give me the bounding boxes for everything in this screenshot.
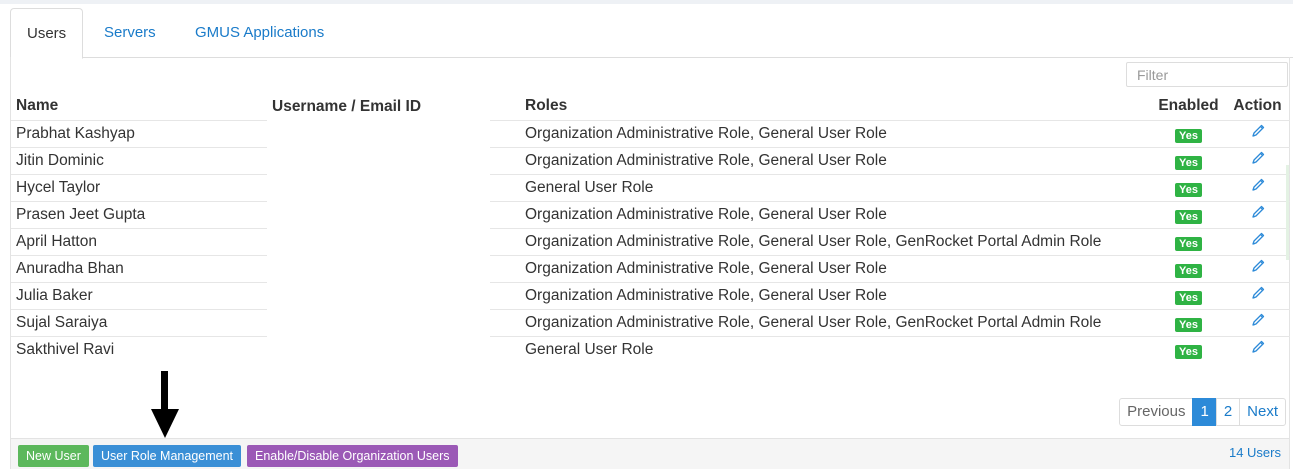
user-roles-cell: Organization Administrative Role, Genera… [520, 308, 1152, 336]
user-name-cell: Hycel Taylor [11, 173, 267, 201]
user-email-cell [267, 174, 490, 201]
table-header-row: Name Username / Email ID Roles Enabled A… [11, 93, 1290, 120]
table-footer: New User User Role Management Enable/Dis… [11, 438, 1289, 469]
enabled-cell: Yes [1152, 173, 1225, 201]
user-email-cell [267, 120, 490, 147]
enabled-badge: Yes [1175, 155, 1202, 170]
enabled-badge: Yes [1175, 263, 1202, 278]
pencil-icon[interactable] [1250, 339, 1266, 355]
users-table: Name Username / Email ID Roles Enabled A… [11, 93, 1290, 363]
enabled-badge: Yes [1175, 344, 1202, 359]
user-email-cell [267, 147, 490, 174]
action-cell [1225, 308, 1290, 336]
user-name-cell: Anuradha Bhan [11, 254, 267, 282]
tab-gmus-applications[interactable]: GMUS Applications [179, 8, 340, 58]
user-count: 14 Users [1228, 445, 1281, 460]
page-1-button[interactable]: 1 [1192, 398, 1217, 426]
table-row: April Hatton Organization Administrative … [11, 227, 1290, 255]
next-page-button[interactable]: Next [1239, 398, 1286, 426]
action-cell [1225, 200, 1290, 228]
user-email-cell [267, 309, 490, 336]
enabled-cell: Yes [1152, 308, 1225, 336]
enabled-badge: Yes [1175, 209, 1202, 224]
users-page: Users Servers GMUS Applications Name Use… [0, 4, 1293, 469]
table-row: Sakthivel Ravi General User Role Yes [11, 335, 1290, 363]
user-role-management-button[interactable]: User Role Management [93, 445, 242, 467]
enabled-cell: Yes [1152, 335, 1225, 363]
enabled-badge: Yes [1175, 182, 1202, 197]
tab-users[interactable]: Users [10, 8, 84, 59]
down-arrow-icon [151, 371, 179, 438]
user-roles-cell: Organization Administrative Role, Genera… [520, 146, 1152, 174]
user-roles-cell: Organization Administrative Role, Genera… [520, 200, 1152, 228]
user-roles-cell: Organization Administrative Role, Genera… [520, 281, 1152, 309]
table-row: Prasen Jeet Gupta Organization Administra… [11, 200, 1290, 228]
user-name-cell: Julia Baker [11, 281, 267, 309]
pencil-icon[interactable] [1250, 177, 1266, 193]
action-cell [1225, 254, 1290, 282]
table-row: Hycel Taylor General User Role Yes [11, 173, 1290, 201]
pencil-icon[interactable] [1250, 285, 1266, 301]
user-name-cell: Prabhat Kashyap [11, 119, 267, 147]
pencil-icon[interactable] [1250, 312, 1266, 328]
action-cell [1225, 335, 1290, 363]
pencil-icon[interactable] [1250, 258, 1266, 274]
pencil-icon[interactable] [1250, 150, 1266, 166]
table-row: Sujal Saraiya Organization Administrative… [11, 308, 1290, 336]
user-roles-cell: General User Role [520, 335, 1152, 363]
pencil-icon[interactable] [1250, 123, 1266, 139]
user-email-cell [267, 228, 490, 255]
column-header-enabled[interactable]: Enabled [1152, 93, 1225, 120]
page-2-button[interactable]: 2 [1215, 398, 1241, 426]
action-cell [1225, 281, 1290, 309]
enabled-cell: Yes [1152, 200, 1225, 228]
enabled-cell: Yes [1152, 119, 1225, 147]
user-name-cell: Sujal Saraiya [11, 308, 267, 336]
column-header-roles[interactable]: Roles [520, 93, 1152, 120]
pagination: Previous 1 2 Next [1119, 398, 1286, 426]
enabled-badge: Yes [1175, 290, 1202, 305]
tab-servers[interactable]: Servers [88, 8, 172, 58]
enable-disable-users-button[interactable]: Enable/Disable Organization Users [247, 445, 458, 467]
user-name-cell: April Hatton [11, 227, 267, 255]
pencil-icon[interactable] [1250, 231, 1266, 247]
user-name-cell: Prasen Jeet Gupta [11, 200, 267, 228]
user-name-cell: Sakthivel Ravi [11, 335, 267, 363]
user-roles-cell: Organization Administrative Role, Genera… [520, 254, 1152, 282]
column-header-name[interactable]: Name [11, 93, 267, 120]
table-row: Jitin Dominic Organization Administrative… [11, 146, 1290, 174]
user-roles-cell: Organization Administrative Role, Genera… [520, 119, 1152, 147]
scroll-indicator [1286, 165, 1289, 260]
column-header-action: Action [1233, 97, 1282, 115]
action-cell [1225, 119, 1290, 147]
previous-page-button[interactable]: Previous [1119, 398, 1194, 426]
user-name-cell: Jitin Dominic [11, 146, 267, 174]
enabled-cell: Yes [1152, 227, 1225, 255]
table-row: Prabhat Kashyap Organization Administrati… [11, 119, 1290, 147]
tab-bar: Users Servers GMUS Applications [10, 8, 1293, 59]
enabled-cell: Yes [1152, 281, 1225, 309]
user-roles-cell: Organization Administrative Role, Genera… [520, 227, 1152, 255]
pencil-icon[interactable] [1250, 204, 1266, 220]
enabled-badge: Yes [1175, 128, 1202, 143]
user-email-cell [267, 282, 490, 309]
enabled-cell: Yes [1152, 146, 1225, 174]
enabled-cell: Yes [1152, 254, 1225, 282]
user-email-cell [267, 336, 490, 363]
table-row: Julia Baker Organization Administrative R… [11, 281, 1290, 309]
filter-input[interactable] [1126, 62, 1288, 87]
new-user-button[interactable]: New User [18, 445, 89, 467]
user-roles-cell: General User Role [520, 173, 1152, 201]
table-row: Anuradha Bhan Organization Administrative… [11, 254, 1290, 282]
enabled-badge: Yes [1175, 236, 1202, 251]
enabled-badge: Yes [1175, 317, 1202, 332]
column-header-email[interactable]: Username / Email ID [267, 93, 490, 120]
action-cell [1225, 227, 1290, 255]
users-panel: Name Username / Email ID Roles Enabled A… [10, 57, 1290, 469]
user-email-cell [267, 255, 490, 282]
user-email-cell [267, 201, 490, 228]
action-cell [1225, 146, 1290, 174]
action-cell [1225, 173, 1290, 201]
